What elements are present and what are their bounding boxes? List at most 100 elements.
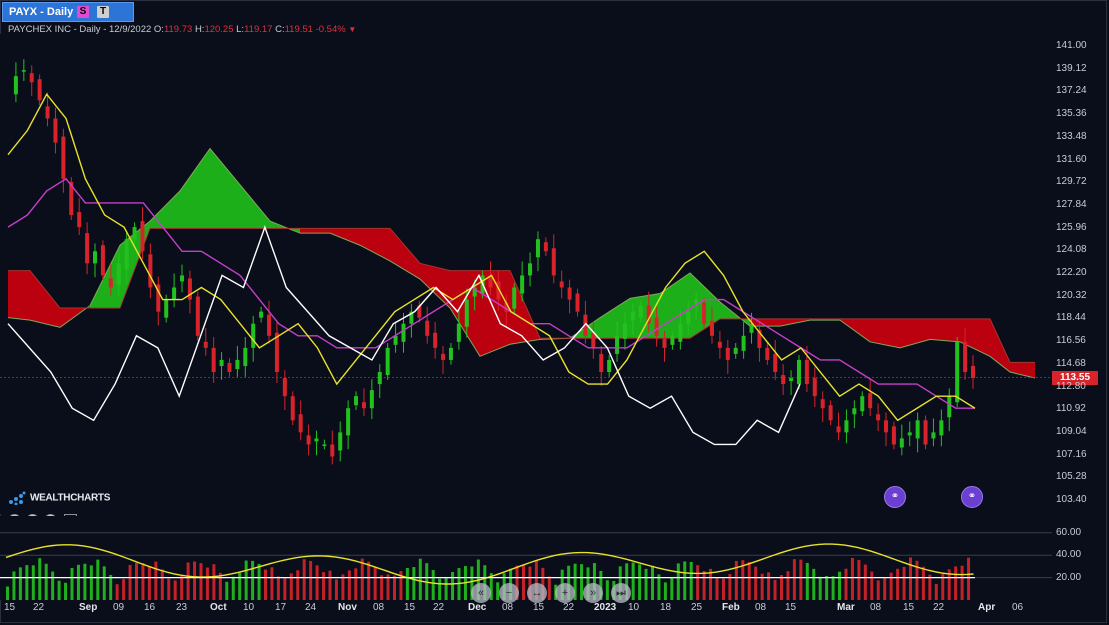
candle-body [93, 251, 98, 264]
histogram-bar [644, 568, 648, 600]
candle-body [251, 323, 256, 348]
price-tick: 118.44 [1056, 312, 1086, 324]
time-tick: Nov [338, 602, 357, 613]
candle-body [947, 396, 952, 418]
histogram-bar [605, 580, 609, 600]
candle-body [535, 239, 540, 258]
histogram-bar [135, 562, 138, 600]
histogram-bar [405, 567, 409, 600]
histogram-bar [70, 568, 74, 600]
histogram-bar [334, 579, 338, 600]
study-button[interactable]: S [77, 6, 89, 18]
candle-body [298, 414, 303, 433]
candle-body [670, 335, 675, 345]
candle-body [274, 332, 279, 373]
time-tick: 09 [113, 602, 125, 613]
histogram-bar [225, 581, 229, 600]
symbol-tab[interactable]: PAYX - Daily S T [2, 2, 134, 22]
candle-body [235, 359, 240, 369]
candle-body [820, 399, 825, 409]
candle-body [662, 338, 667, 348]
candle-body [725, 347, 730, 360]
histogram-bar [960, 565, 964, 600]
time-tick: Sep [79, 602, 98, 613]
price-chart[interactable] [0, 34, 1052, 514]
histogram-bar [44, 563, 48, 600]
zoom-out-icon[interactable]: − [499, 583, 519, 603]
histogram-bar [889, 572, 893, 600]
histogram-bar [367, 561, 371, 600]
price-tick: 105.28 [1056, 471, 1087, 483]
time-tick: 06 [1012, 602, 1024, 613]
time-tick: 08 [373, 602, 385, 613]
histogram-bar [844, 568, 848, 600]
candle-body [314, 438, 319, 442]
alert-icon[interactable]: ⚭ [961, 486, 983, 508]
zoom-in-icon[interactable]: + [555, 583, 575, 603]
histogram-bar [780, 575, 783, 600]
histogram-bar [31, 565, 35, 600]
histogram-bar [663, 582, 667, 600]
histogram-bar [386, 574, 390, 600]
candle-body [630, 311, 635, 321]
candle-body [243, 347, 248, 366]
candle-body [923, 420, 928, 445]
candle-body [401, 323, 406, 342]
candle-body [37, 79, 42, 101]
time-tick: Mar [837, 602, 855, 613]
candle-body [148, 254, 153, 288]
histogram-bar [238, 572, 242, 600]
histogram-bar [347, 570, 351, 600]
histogram-bar [218, 572, 222, 600]
candle-body [29, 73, 34, 83]
candle-body [361, 402, 366, 409]
candle-body [187, 278, 192, 300]
time-tick: 15 [404, 602, 416, 613]
histogram-bar [902, 566, 906, 600]
candle-body [567, 287, 572, 300]
candle-body [804, 359, 809, 385]
candle-body [132, 227, 137, 240]
logo-text: WEALTHCHARTS [30, 492, 111, 504]
scroll-forward-icon[interactable]: » [583, 583, 603, 603]
time-tick: 22 [563, 602, 575, 613]
template-button[interactable]: T [97, 6, 109, 18]
histogram-bar [328, 570, 332, 600]
dropdown-caret-icon[interactable]: ▼ [348, 25, 356, 34]
histogram-bar [186, 562, 190, 600]
symbol-tab-bar: PAYX - Daily S T [0, 0, 1109, 24]
histogram-bar [173, 580, 177, 600]
candle-body [100, 245, 105, 276]
reset-zoom-icon[interactable]: ↔ [527, 583, 547, 603]
price-tick: 125.96 [1056, 221, 1087, 233]
time-tick: Feb [722, 602, 740, 613]
scroll-end-icon[interactable]: ⏭ [611, 583, 631, 603]
histogram-bar [547, 576, 551, 600]
candle-body [448, 347, 453, 360]
candle-body [765, 347, 770, 360]
candle-body [369, 390, 374, 409]
histogram-bar [412, 567, 416, 600]
alert-icon[interactable]: ⚭ [884, 486, 906, 508]
histogram-bar [109, 574, 113, 600]
indicator-chart[interactable] [0, 516, 1052, 600]
candle-body [385, 347, 390, 376]
time-tick: 08 [502, 602, 514, 613]
histogram-bar [863, 564, 867, 600]
histogram-bar [767, 572, 771, 600]
histogram-bar [451, 572, 455, 600]
histogram-bar [670, 577, 674, 600]
scroll-start-icon[interactable]: « [471, 583, 491, 603]
histogram-bar [141, 563, 145, 600]
time-tick: 22 [33, 602, 45, 613]
candle-body [203, 341, 208, 348]
price-tick: 133.48 [1056, 130, 1087, 142]
candle-body [346, 408, 351, 436]
candle-body [773, 353, 778, 373]
candle-body [789, 378, 794, 382]
histogram-bar [921, 566, 925, 600]
histogram-bar [786, 571, 790, 600]
histogram-bar [373, 567, 377, 600]
candle-body [227, 362, 232, 373]
candle-body [45, 106, 50, 119]
